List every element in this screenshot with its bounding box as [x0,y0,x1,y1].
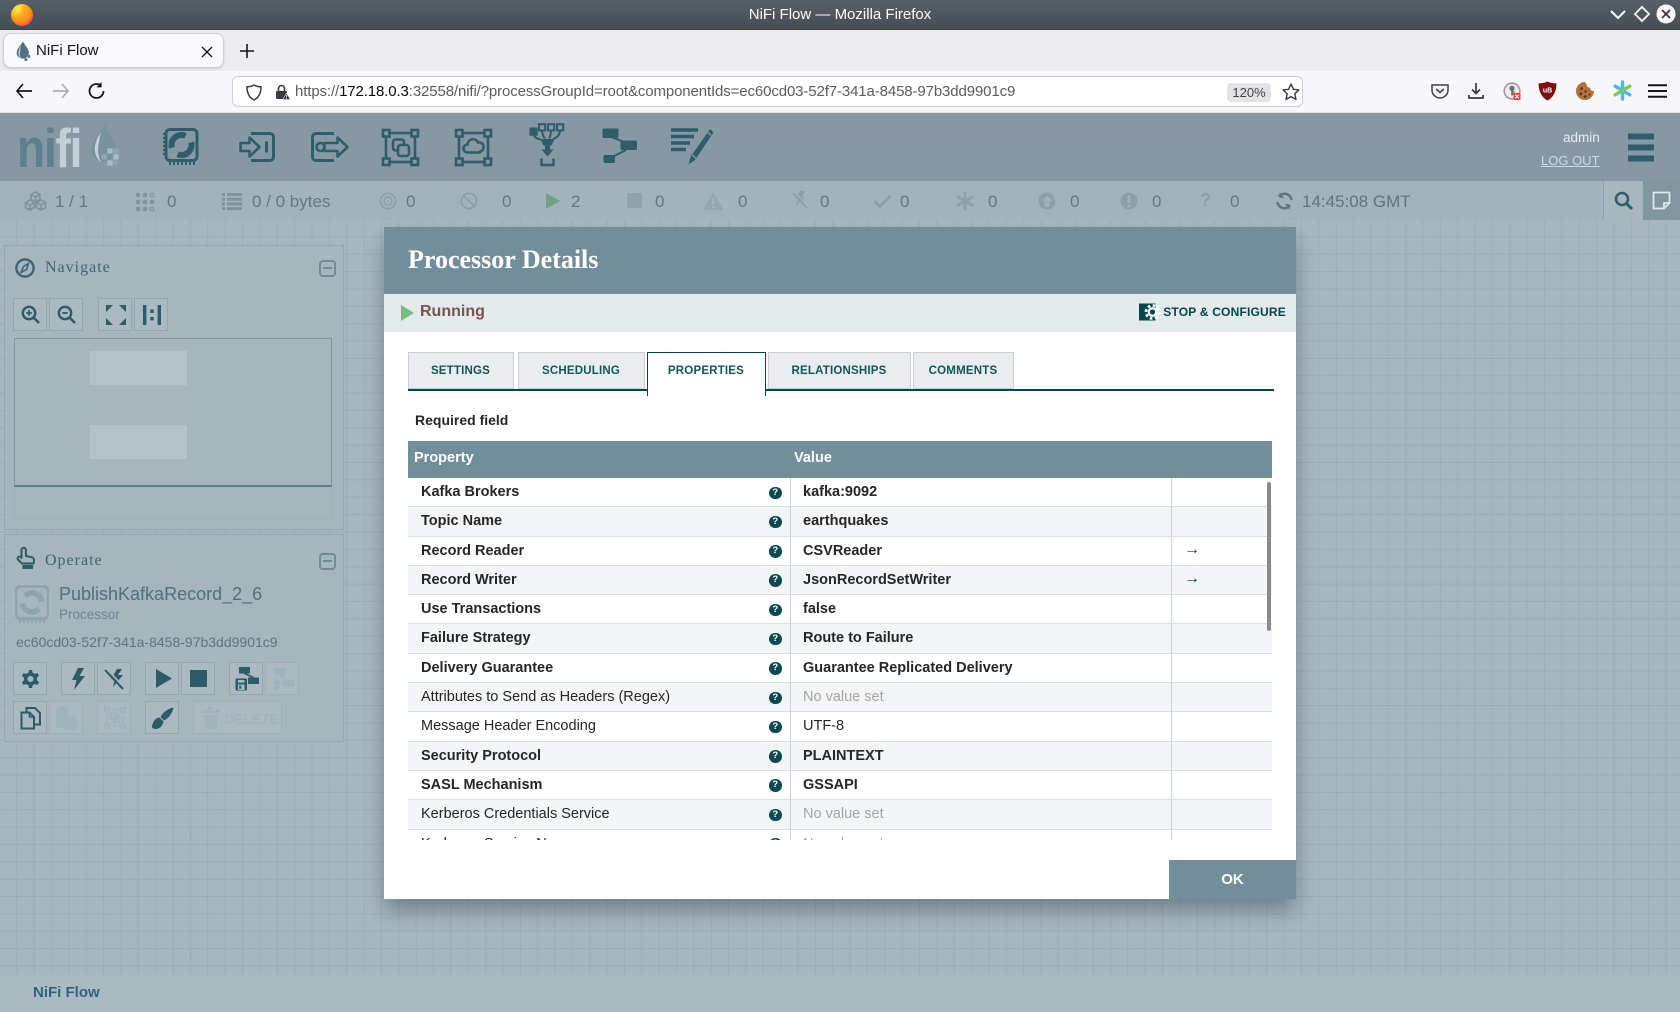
svg-text:uB: uB [1543,88,1552,95]
